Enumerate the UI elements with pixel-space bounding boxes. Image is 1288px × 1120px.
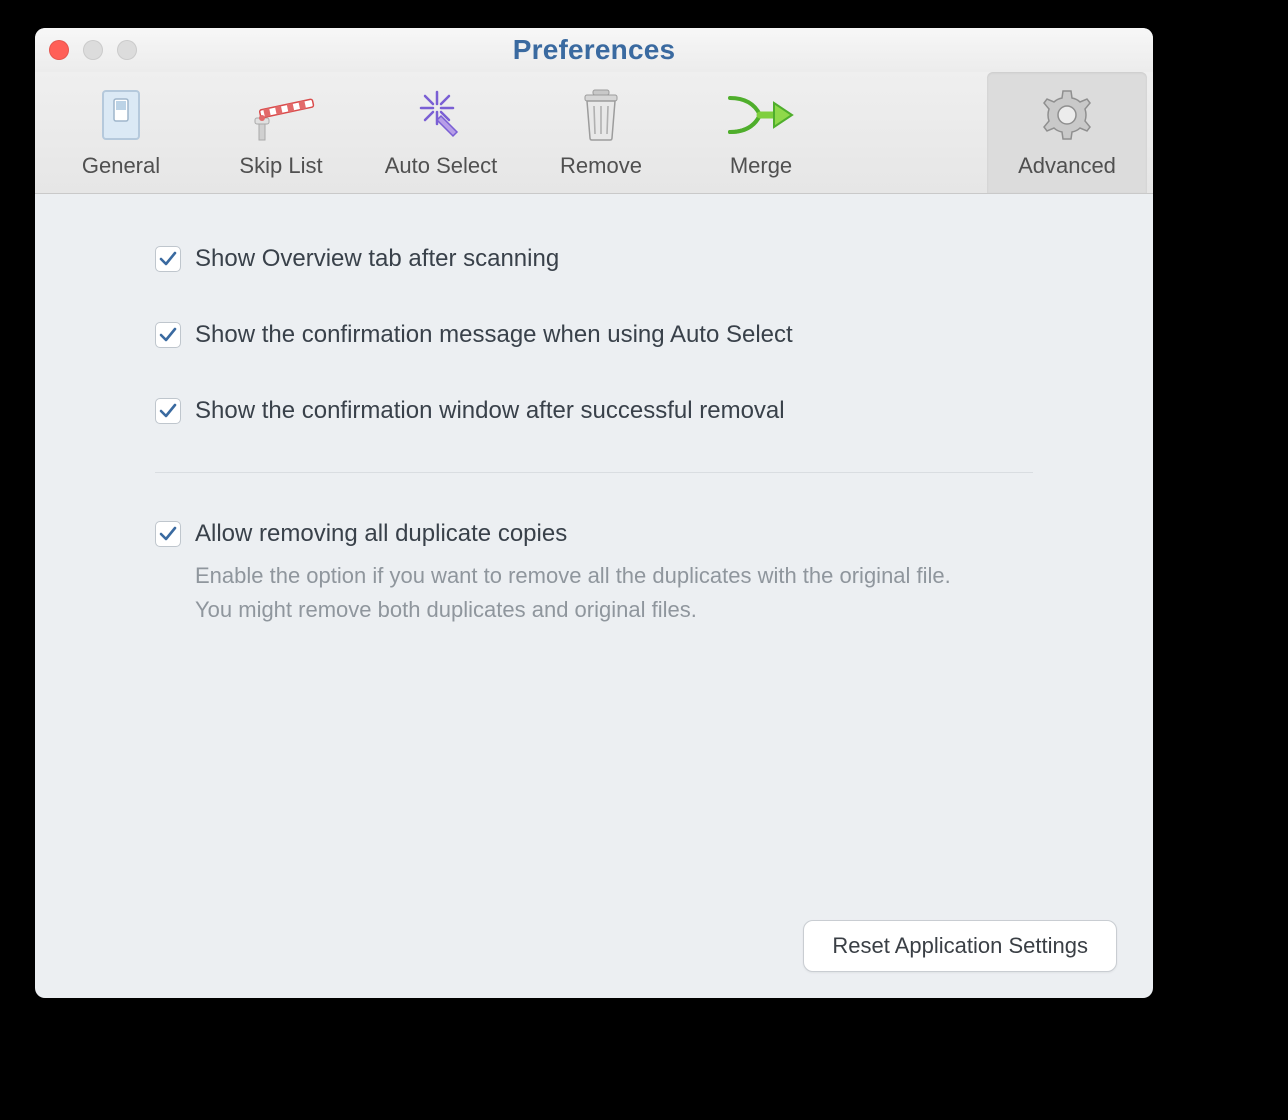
option-allow-remove-all: Allow removing all duplicate copies — [155, 519, 1033, 549]
window-title: Preferences — [35, 28, 1153, 72]
option-label: Allow removing all duplicate copies — [195, 519, 567, 549]
close-icon[interactable] — [49, 40, 69, 60]
tab-auto-select[interactable]: Auto Select — [361, 72, 521, 193]
option-label: Show the confirmation message when using… — [195, 320, 793, 350]
option-confirm-removal: Show the confirmation window after succe… — [155, 396, 1033, 426]
option-label: Show the confirmation window after succe… — [195, 396, 785, 426]
checkbox-allow-remove-all[interactable] — [155, 521, 181, 547]
content-advanced: Show Overview tab after scanning Show th… — [35, 194, 1153, 697]
option-show-overview: Show Overview tab after scanning — [155, 244, 1033, 274]
titlebar: Preferences — [35, 28, 1153, 72]
tab-merge[interactable]: Merge — [681, 72, 841, 193]
auto-select-icon — [413, 85, 469, 145]
reset-button[interactable]: Reset Application Settings — [803, 920, 1117, 972]
tab-general[interactable]: General — [41, 72, 201, 193]
tab-label: Remove — [560, 153, 642, 179]
minimize-icon — [83, 40, 103, 60]
tab-label: General — [82, 153, 160, 179]
checkbox-show-overview[interactable] — [155, 246, 181, 272]
toolbar: General Skip List — [35, 72, 1153, 194]
maximize-icon — [117, 40, 137, 60]
option-confirm-autoselect: Show the confirmation message when using… — [155, 320, 1033, 350]
merge-icon — [726, 85, 796, 145]
tab-remove[interactable]: Remove — [521, 72, 681, 193]
tab-label: Merge — [730, 153, 792, 179]
tab-label: Advanced — [1018, 153, 1116, 179]
help-line: Enable the option if you want to remove … — [195, 559, 1033, 593]
tab-label: Skip List — [239, 153, 322, 179]
help-line: You might remove both duplicates and ori… — [195, 593, 1033, 627]
tab-skip-list[interactable]: Skip List — [201, 72, 361, 193]
preferences-window: Preferences General — [35, 28, 1153, 998]
trash-icon — [577, 85, 625, 145]
option-label: Show Overview tab after scanning — [195, 244, 559, 274]
gear-icon — [1040, 85, 1094, 145]
checkbox-confirm-autoselect[interactable] — [155, 322, 181, 348]
checkbox-confirm-removal[interactable] — [155, 398, 181, 424]
divider — [155, 472, 1033, 473]
tab-advanced[interactable]: Advanced — [987, 72, 1147, 193]
footer: Reset Application Settings — [803, 920, 1117, 972]
option-help-text: Enable the option if you want to remove … — [195, 559, 1033, 627]
skip-list-icon — [245, 85, 317, 145]
general-icon — [97, 85, 145, 145]
traffic-lights — [49, 40, 137, 60]
tab-label: Auto Select — [385, 153, 498, 179]
